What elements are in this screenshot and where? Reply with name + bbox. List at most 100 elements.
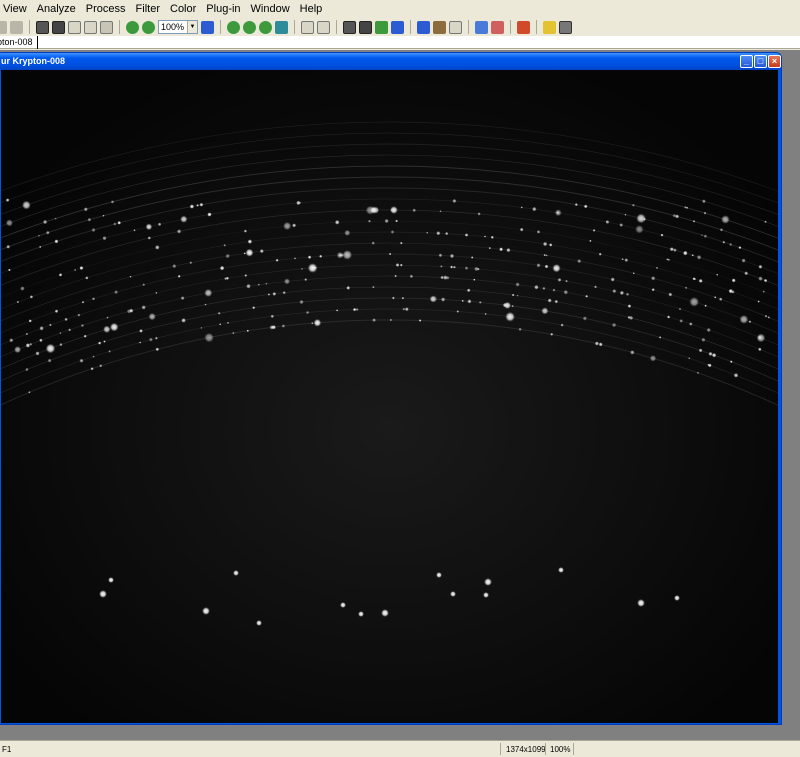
menu-plugin[interactable]: Plug-in xyxy=(201,0,245,18)
diffraction-spot xyxy=(272,291,277,296)
diffraction-spot xyxy=(682,250,688,256)
diffraction-spot xyxy=(445,275,450,280)
diffraction-spot xyxy=(577,259,582,264)
diffraction-spot xyxy=(282,291,286,295)
zoom-icon[interactable] xyxy=(227,20,240,34)
hand-icon[interactable] xyxy=(317,20,330,34)
image-window: ur Krypton-008 _ □ × xyxy=(0,52,782,725)
image-window-titlebar[interactable]: ur Krypton-008 _ □ × xyxy=(0,53,781,70)
diffraction-spot xyxy=(716,273,719,276)
diffraction-spot xyxy=(658,336,662,339)
diffraction-spot xyxy=(625,292,630,296)
rim-spot xyxy=(637,599,645,607)
diffraction-spot xyxy=(456,310,460,313)
chevron-down-icon[interactable]: ▼ xyxy=(187,21,197,33)
diffraction-spot xyxy=(172,263,177,269)
menu-color[interactable]: Color xyxy=(165,0,201,18)
diffraction-spot xyxy=(372,318,377,323)
diffraction-spot xyxy=(259,248,264,254)
diffraction-spot xyxy=(311,322,314,325)
diffraction-spot xyxy=(483,235,487,238)
zoom-out-icon[interactable] xyxy=(142,20,155,34)
menu-filter[interactable]: Filter xyxy=(131,0,165,18)
maximize-icon[interactable]: □ xyxy=(754,55,767,68)
diffraction-spot xyxy=(627,304,632,308)
palette-icon[interactable] xyxy=(475,20,488,34)
document-tab-bar: rpton-008 xyxy=(0,36,800,49)
diffraction-spot xyxy=(28,391,31,394)
macro-icon[interactable] xyxy=(517,20,530,34)
diffraction-spot xyxy=(589,239,592,243)
menu-window[interactable]: Window xyxy=(246,0,295,18)
diffraction-spot xyxy=(445,231,449,236)
layout-icon[interactable] xyxy=(52,20,65,34)
diffraction-spot xyxy=(25,367,29,372)
diffraction-spot xyxy=(762,290,766,293)
zoom-window-icon[interactable] xyxy=(259,20,272,34)
filter-icon[interactable] xyxy=(433,20,446,34)
diffraction-spot xyxy=(729,242,733,247)
image-background xyxy=(1,70,778,723)
context-help-icon[interactable] xyxy=(201,20,214,34)
diffraction-spot xyxy=(307,263,318,273)
diffraction-spot xyxy=(219,265,225,271)
diffraction-spot xyxy=(518,327,522,331)
diffraction-spot xyxy=(141,305,146,310)
status-divider xyxy=(545,743,546,755)
zoom-value: 100% xyxy=(161,22,185,32)
diffraction-spot xyxy=(99,364,103,368)
diffraction-spot xyxy=(225,253,230,259)
application-window: View Analyze Process Filter Color Plug-i… xyxy=(0,0,800,757)
diffraction-spot xyxy=(476,267,480,271)
rim-spot xyxy=(484,578,492,586)
folder-icon[interactable] xyxy=(543,20,556,34)
image-view-icon[interactable] xyxy=(343,20,356,34)
image-icon[interactable] xyxy=(36,20,49,34)
histogram-icon[interactable] xyxy=(375,20,388,34)
diffraction-spot xyxy=(270,325,274,329)
document-tab[interactable]: rpton-008 xyxy=(0,36,38,49)
tools-icon[interactable] xyxy=(559,20,572,34)
menu-process[interactable]: Process xyxy=(81,0,131,18)
grid-icon[interactable] xyxy=(491,20,504,34)
chart-icon[interactable] xyxy=(449,20,462,34)
diffraction-spot xyxy=(103,340,106,343)
diffraction-spot xyxy=(627,315,631,319)
frame-icon[interactable] xyxy=(359,20,372,34)
move-icon[interactable] xyxy=(301,20,314,34)
menu-analyze[interactable]: Analyze xyxy=(32,0,81,18)
rim-spot xyxy=(450,591,456,597)
diffraction-spot xyxy=(520,206,523,209)
diffraction-spot xyxy=(660,233,664,237)
paste-icon[interactable] xyxy=(84,20,97,34)
minimize-icon[interactable]: _ xyxy=(740,55,753,68)
diffraction-spot xyxy=(45,230,50,235)
zoom-select[interactable]: 100% ▼ xyxy=(158,20,198,34)
fit-screen-icon[interactable] xyxy=(275,20,288,34)
diffraction-spot xyxy=(722,240,726,244)
diffraction-spot xyxy=(684,286,688,290)
measure-icon[interactable] xyxy=(391,20,404,34)
diffraction-spot xyxy=(698,348,703,353)
undo-icon[interactable] xyxy=(10,20,23,34)
diffraction-spot xyxy=(39,338,43,343)
diffraction-spot xyxy=(142,283,146,287)
diffraction-spot xyxy=(532,206,537,212)
copy-icon[interactable] xyxy=(68,20,81,34)
zoom-in-icon[interactable] xyxy=(126,20,139,34)
diffraction-spot xyxy=(389,206,398,214)
close-icon[interactable]: × xyxy=(768,55,781,68)
diffraction-spot xyxy=(369,206,378,214)
image-canvas[interactable] xyxy=(1,70,778,723)
diffraction-spot xyxy=(29,295,34,299)
print-icon[interactable] xyxy=(100,20,113,34)
capture-icon[interactable] xyxy=(417,20,430,34)
zoom-fit-icon[interactable] xyxy=(243,20,256,34)
diffraction-spot xyxy=(429,295,437,303)
menu-view[interactable]: View xyxy=(0,0,32,18)
diffraction-spot xyxy=(729,360,733,364)
diffraction-spot xyxy=(764,220,767,224)
redo-icon[interactable] xyxy=(0,20,7,34)
diffraction-spot xyxy=(499,247,504,252)
menu-help[interactable]: Help xyxy=(295,0,328,18)
